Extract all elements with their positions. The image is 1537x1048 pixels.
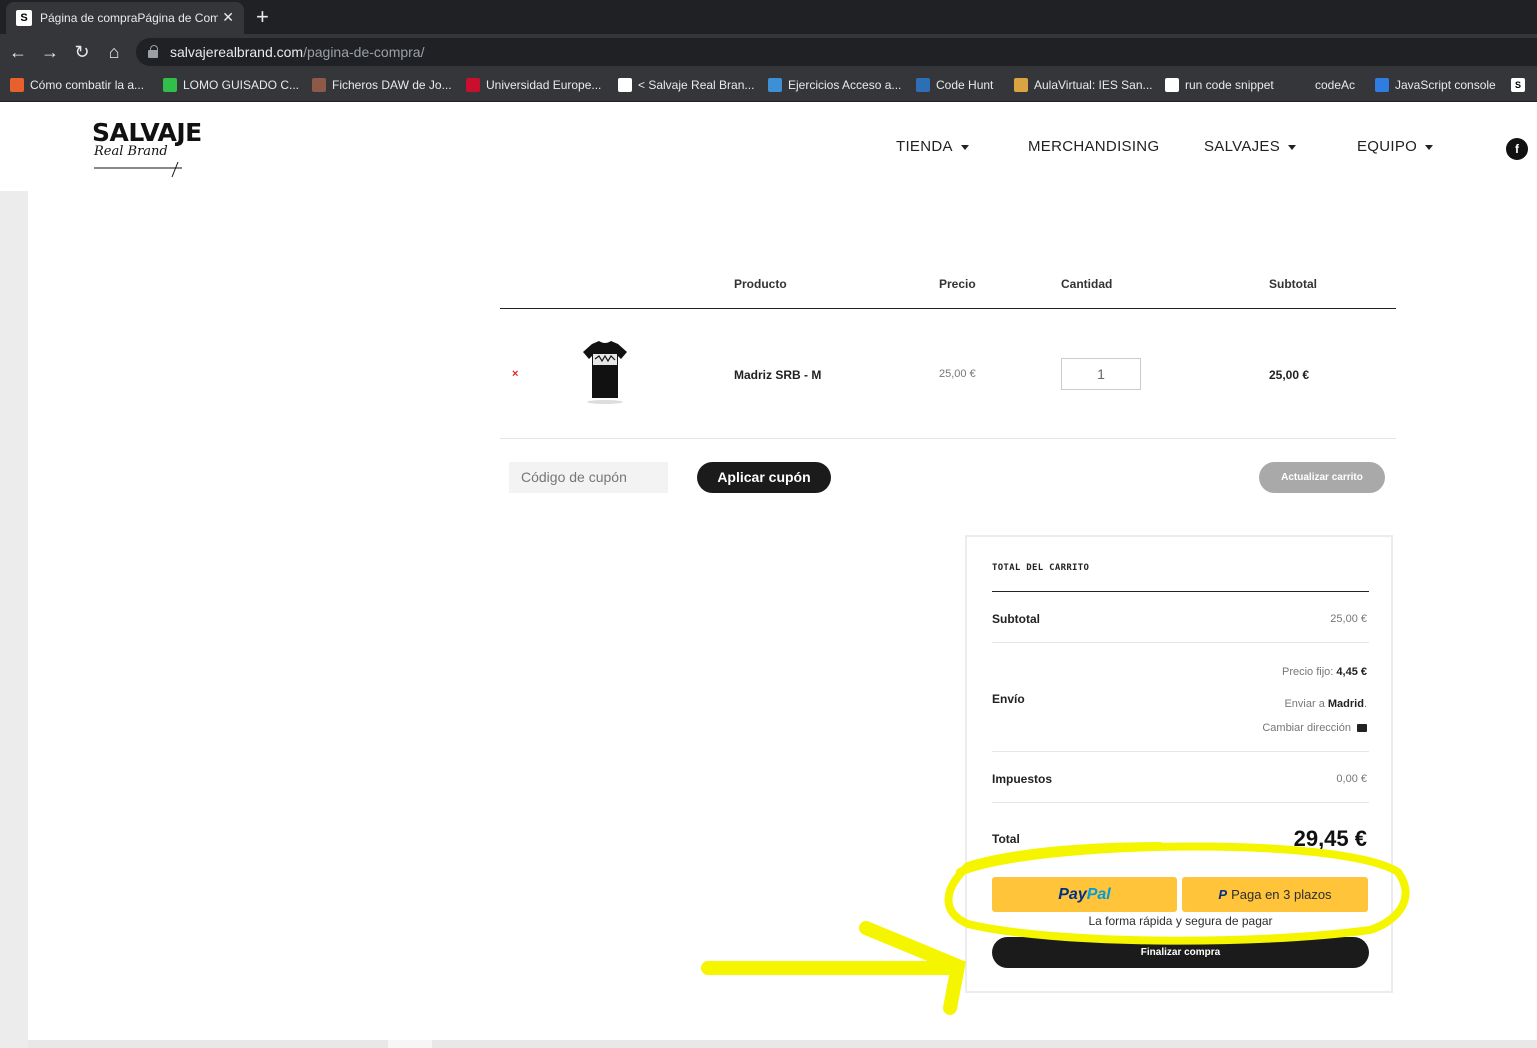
scrollbar-thumb[interactable] — [388, 1040, 432, 1048]
apply-coupon-button[interactable]: Aplicar cupón — [697, 462, 831, 493]
bookmark-item[interactable]: Universidad Europe... — [466, 77, 601, 95]
tax-value: 0,00 € — [1336, 773, 1367, 785]
nav-salvajes[interactable]: SALVAJES — [1204, 138, 1297, 155]
cart-totals: TOTAL DEL CARRITO Subtotal 25,00 € Preci… — [965, 535, 1393, 993]
close-tab-icon[interactable]: ✕ — [222, 9, 234, 26]
update-cart-button[interactable]: Actualizar carrito — [1259, 462, 1385, 493]
arrow-annotation — [701, 921, 966, 1015]
facebook-icon[interactable]: f — [1506, 138, 1528, 160]
home-icon[interactable]: ⌂ — [102, 40, 126, 64]
paypal-pay-in-3-button[interactable]: P Paga en 3 plazos — [1182, 877, 1368, 912]
url-text: salvajerealbrand.com/pagina-de-compra/ — [170, 44, 425, 60]
bookmark-favicon-icon — [916, 77, 930, 92]
change-address-link[interactable]: Cambiar dirección — [1262, 722, 1367, 734]
bookmark-favicon-icon — [312, 77, 326, 92]
bookmark-favicon-icon — [1014, 77, 1028, 92]
bookmark-favicon-icon — [10, 77, 24, 92]
site-favicon-icon: S — [16, 10, 32, 26]
header-divider — [500, 308, 1396, 309]
bookmark-item[interactable]: codeAc — [1295, 77, 1355, 95]
totals-divider — [992, 802, 1369, 803]
cart-totals-title: TOTAL DEL CARRITO — [992, 563, 1090, 573]
reload-icon[interactable]: ↻ — [70, 40, 94, 64]
totals-divider — [992, 642, 1369, 643]
horizontal-scrollbar[interactable] — [28, 1040, 1537, 1048]
bookmark-item[interactable]: Ficheros DAW de Jo... — [312, 77, 452, 95]
col-header-quantity: Cantidad — [1061, 277, 1113, 291]
checkout-button[interactable]: Finalizar compra — [992, 937, 1369, 968]
remove-item-button[interactable]: × — [512, 368, 518, 380]
bookmark-favicon-icon — [466, 77, 480, 92]
back-icon[interactable]: ← — [6, 40, 30, 64]
nav-tienda[interactable]: TIENDA — [896, 138, 969, 155]
totals-divider — [992, 751, 1369, 752]
product-subtotal: 25,00 € — [1269, 368, 1310, 382]
totals-divider — [992, 591, 1369, 592]
shipping-rate: Precio fijo: 4,45 € — [1281, 666, 1367, 678]
shipping-label: Envío — [992, 692, 1025, 706]
bookmark-favicon-icon — [1165, 77, 1179, 92]
tax-label: Impuestos — [992, 772, 1053, 786]
nav-equipo[interactable]: EQUIPO — [1357, 138, 1434, 155]
chevron-down-icon — [1288, 144, 1297, 150]
paypal-icon: P — [1218, 887, 1228, 902]
browser-tab[interactable]: S Página de compraPágina de Com ✕ — [6, 2, 244, 34]
address-bar[interactable]: salvajerealbrand.com/pagina-de-compra/ — [136, 38, 1537, 66]
col-header-product: Producto — [734, 277, 787, 291]
product-tshirt-image[interactable] — [580, 338, 630, 406]
ship-to: Enviar a Madrid. — [1284, 698, 1367, 710]
bookmark-item[interactable]: run code snippet — [1165, 77, 1274, 95]
subtotal-label: Subtotal — [992, 612, 1040, 626]
bookmarks-bar: Cómo combatir la a... LOMO GUISADO C... Fi… — [0, 70, 1537, 102]
subtotal-value: 25,00 € — [1330, 613, 1367, 625]
product-price: 25,00 € — [939, 368, 976, 380]
bookmark-overflow-icon[interactable]: S — [1511, 77, 1531, 95]
nav-merchandising[interactable]: MERCHANDISING — [1028, 138, 1159, 155]
total-value: 29,45 € — [1293, 826, 1367, 851]
bookmark-favicon-icon — [163, 77, 177, 92]
chevron-down-icon — [1425, 144, 1434, 150]
paypal-button[interactable]: PayPal — [992, 877, 1177, 912]
bookmark-favicon-icon — [1295, 77, 1309, 92]
bookmark-favicon-icon — [618, 77, 632, 92]
bookmark-favicon-icon — [1375, 77, 1389, 92]
site-logo[interactable]: SALVAJE Real Brand — [92, 120, 202, 178]
total-label: Total — [992, 832, 1020, 846]
col-header-price: Precio — [939, 277, 976, 291]
quantity-input[interactable]: 1 — [1061, 358, 1141, 390]
bookmark-item[interactable]: JavaScript console — [1375, 77, 1496, 95]
bookmark-item[interactable]: Code Hunt — [916, 77, 993, 95]
browser-toolbar: ← → ↻ ⌂ salvajerealbrand.com/pagina-de-c… — [0, 34, 1537, 70]
product-name-link[interactable]: Madriz SRB - M — [734, 368, 821, 382]
browser-tab-bar: S Página de compraPágina de Com ✕ + — [0, 0, 1537, 34]
left-margin — [0, 191, 28, 1048]
logo-underline-icon — [94, 161, 182, 178]
bookmark-item[interactable]: Cómo combatir la a... — [10, 77, 144, 95]
lock-icon — [148, 45, 158, 58]
coupon-input[interactable]: Código de cupón — [509, 462, 668, 493]
bookmark-item[interactable]: AulaVirtual: IES San... — [1014, 77, 1153, 95]
bookmark-favicon-icon — [768, 77, 782, 92]
col-header-subtotal: Subtotal — [1269, 277, 1317, 291]
new-tab-icon[interactable]: + — [256, 4, 269, 30]
bookmark-item[interactable]: LOMO GUISADO C... — [163, 77, 299, 95]
truck-icon — [1357, 724, 1367, 733]
bookmark-item[interactable]: Ejercicios Acceso a... — [768, 77, 901, 95]
paypal-tagline: La forma rápida y segura de pagar — [1088, 914, 1273, 928]
row-divider — [500, 438, 1396, 439]
bookmark-item[interactable]: < Salvaje Real Bran... — [618, 77, 754, 95]
tab-title: Página de compraPágina de Com — [40, 11, 218, 25]
site-header: SALVAJE Real Brand TIENDA MERCHANDISING … — [0, 102, 1537, 191]
chevron-down-icon — [960, 144, 969, 150]
forward-icon[interactable]: → — [38, 40, 62, 64]
